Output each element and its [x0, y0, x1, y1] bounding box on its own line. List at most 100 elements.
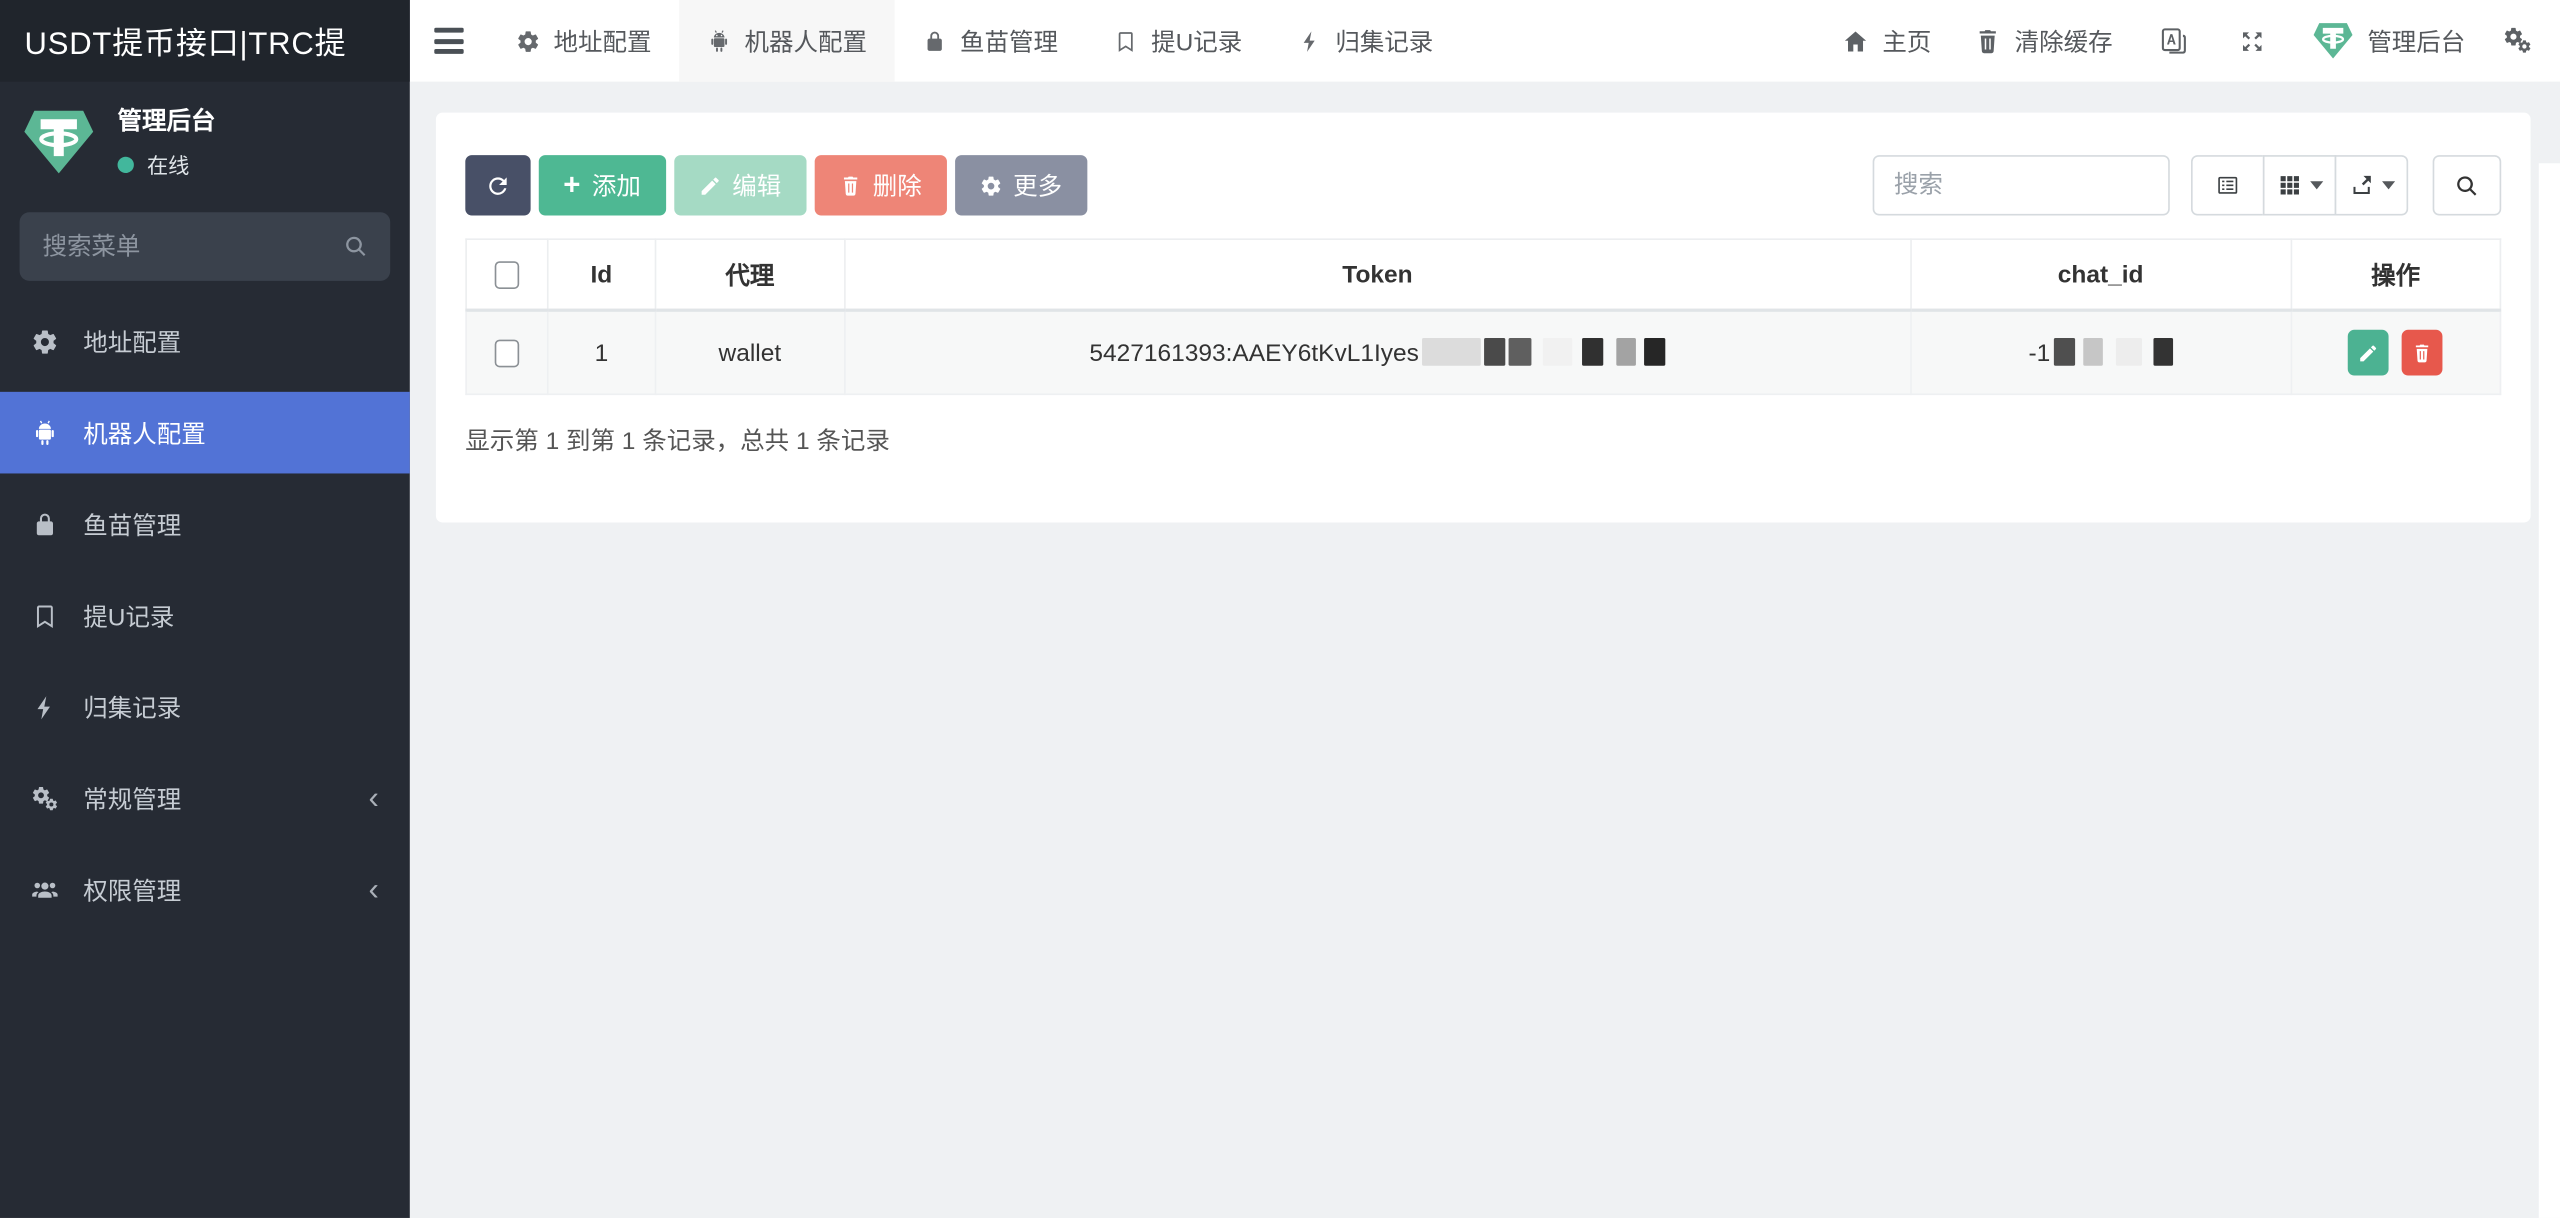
- sidebar-item-withdraw-records[interactable]: 提U记录: [0, 575, 410, 657]
- tether-logo-icon: [2312, 20, 2354, 62]
- sidebar-item-address-config[interactable]: 地址配置: [0, 300, 410, 382]
- column-header-token[interactable]: Token: [844, 239, 1910, 310]
- row-token-cell: 5427161393:AAEY6tKvL1Iyes: [844, 310, 1910, 394]
- robot-icon: [707, 29, 731, 53]
- add-button[interactable]: + 添加: [539, 155, 666, 215]
- search-icon: [343, 233, 369, 259]
- view-button-group: [2191, 155, 2408, 215]
- tab-collection-records[interactable]: 归集记录: [1270, 0, 1461, 82]
- robot-table: Id 代理 Token chat_id 操作 1 wallet: [465, 238, 2501, 395]
- select-all-header: [466, 239, 547, 310]
- sidebar-item-permission-management[interactable]: 权限管理 ‹: [0, 849, 410, 931]
- caret-down-icon: [2381, 181, 2394, 189]
- sidebar-item-fry-management[interactable]: 鱼苗管理: [0, 483, 410, 565]
- column-header-id[interactable]: Id: [547, 239, 655, 310]
- more-button[interactable]: 更多: [954, 155, 1086, 215]
- language-icon: [2158, 25, 2189, 56]
- gear-icon: [979, 174, 1002, 197]
- tab-label: 归集记录: [1335, 24, 1433, 58]
- export-dropdown-button[interactable]: [2335, 155, 2408, 215]
- plus-icon: +: [563, 169, 580, 198]
- scrollbar-track[interactable]: [2539, 163, 2560, 1218]
- tab-address-config[interactable]: 地址配置: [488, 0, 679, 82]
- main-content: + 添加 编辑 删除 更多: [410, 82, 2560, 1218]
- lock-icon: [31, 510, 59, 538]
- tether-logo-icon: [21, 104, 96, 179]
- row-agent-cell: wallet: [655, 310, 844, 394]
- sidebar-item-robot-config[interactable]: 机器人配置: [0, 392, 410, 474]
- tab-label: 机器人配置: [745, 24, 867, 58]
- navbar-right: 主页 清除缓存 管理后台: [1820, 0, 2560, 82]
- sidebar-item-label: 提U记录: [83, 598, 174, 632]
- row-chat-id-cell: -1: [1910, 310, 2290, 394]
- chat-id-visible-text: -1: [2029, 340, 2051, 368]
- row-delete-button[interactable]: [2402, 330, 2443, 376]
- admin-user-menu[interactable]: 管理后台: [2291, 0, 2487, 82]
- toggle-view-button[interactable]: [2191, 155, 2264, 215]
- gear-icon: [31, 327, 59, 355]
- fullscreen-button[interactable]: [2214, 0, 2291, 82]
- search-icon: [2454, 172, 2480, 198]
- sidebar-menu: 地址配置 机器人配置 鱼苗管理 提U记录 归集记录 常规管理 ‹: [0, 300, 410, 930]
- lock-icon: [922, 29, 946, 53]
- add-label: 添加: [592, 168, 641, 202]
- sidebar-item-label: 归集记录: [83, 690, 181, 724]
- column-header-chat-id[interactable]: chat_id: [1910, 239, 2290, 310]
- user-status-label: 在线: [147, 149, 189, 180]
- tab-robot-config[interactable]: 机器人配置: [679, 0, 895, 82]
- sidebar-item-label: 机器人配置: [83, 416, 205, 450]
- app-title: USDT提币接口|TRC提: [0, 0, 410, 82]
- pencil-icon: [698, 174, 721, 197]
- row-edit-button[interactable]: [2348, 330, 2389, 376]
- tab-fry-management[interactable]: 鱼苗管理: [895, 0, 1086, 82]
- trash-icon: [1974, 27, 2002, 55]
- table-row: 1 wallet 5427161393:AAEY6tKvL1Iyes -1: [466, 310, 2500, 394]
- row-checkbox[interactable]: [495, 339, 519, 367]
- table-search-input[interactable]: [1873, 155, 2170, 215]
- admin-label: 管理后台: [2367, 24, 2465, 58]
- home-label: 主页: [1882, 24, 1931, 58]
- top-navbar: 地址配置 机器人配置 鱼苗管理 提U记录 归集记录 主页 清除缓存: [410, 0, 2560, 82]
- edit-button[interactable]: 编辑: [674, 155, 806, 215]
- online-dot-icon: [118, 156, 134, 172]
- sidebar-search: [20, 212, 391, 281]
- column-header-agent[interactable]: 代理: [655, 239, 844, 310]
- sidebar-toggle-button[interactable]: [410, 22, 488, 60]
- sidebar-search-input[interactable]: [20, 212, 391, 281]
- clear-cache-button[interactable]: 清除缓存: [1953, 0, 2134, 82]
- select-all-checkbox[interactable]: [495, 261, 519, 289]
- sidebar-item-label: 常规管理: [83, 781, 181, 815]
- caret-down-icon: [2309, 181, 2322, 189]
- bookmark-icon: [1114, 29, 1138, 53]
- user-name: 管理后台: [118, 103, 216, 137]
- sidebar-item-general-management[interactable]: 常规管理 ‹: [0, 758, 410, 840]
- table-header-row: Id 代理 Token chat_id 操作: [466, 239, 2500, 310]
- tab-withdraw-records[interactable]: 提U记录: [1086, 0, 1270, 82]
- token-visible-text: 5427161393:AAEY6tKvL1Iyes: [1089, 340, 1419, 368]
- delete-button[interactable]: 删除: [814, 155, 946, 215]
- more-label: 更多: [1013, 168, 1062, 202]
- table-search-area: [1873, 155, 2502, 215]
- sidebar: USDT提币接口|TRC提 管理后台 在线 地址配置 机器人: [0, 0, 410, 1218]
- settings-button[interactable]: [2487, 0, 2560, 82]
- search-button[interactable]: [2433, 155, 2502, 215]
- chevron-left-icon: ‹: [368, 783, 378, 814]
- trash-icon: [838, 174, 861, 197]
- bolt-icon: [1298, 29, 1322, 53]
- clear-cache-label: 清除缓存: [2015, 24, 2113, 58]
- row-select-cell: [466, 310, 547, 394]
- columns-dropdown-button[interactable]: [2263, 155, 2336, 215]
- robot-config-card: + 添加 编辑 删除 更多: [436, 113, 2531, 523]
- cogs-icon: [2503, 26, 2532, 55]
- delete-label: 删除: [873, 168, 922, 202]
- cogs-icon: [31, 784, 59, 812]
- tab-label: 鱼苗管理: [960, 24, 1058, 58]
- tab-label: 地址配置: [553, 24, 651, 58]
- sidebar-item-collection-records[interactable]: 归集记录: [0, 666, 410, 748]
- language-button[interactable]: [2134, 0, 2214, 82]
- robot-icon: [31, 419, 59, 447]
- record-summary: 显示第 1 到第 1 条记录，总共 1 条记录: [465, 423, 2501, 457]
- home-button[interactable]: 主页: [1820, 0, 1952, 82]
- detail-view-icon: [2216, 173, 2240, 197]
- refresh-button[interactable]: [465, 155, 530, 215]
